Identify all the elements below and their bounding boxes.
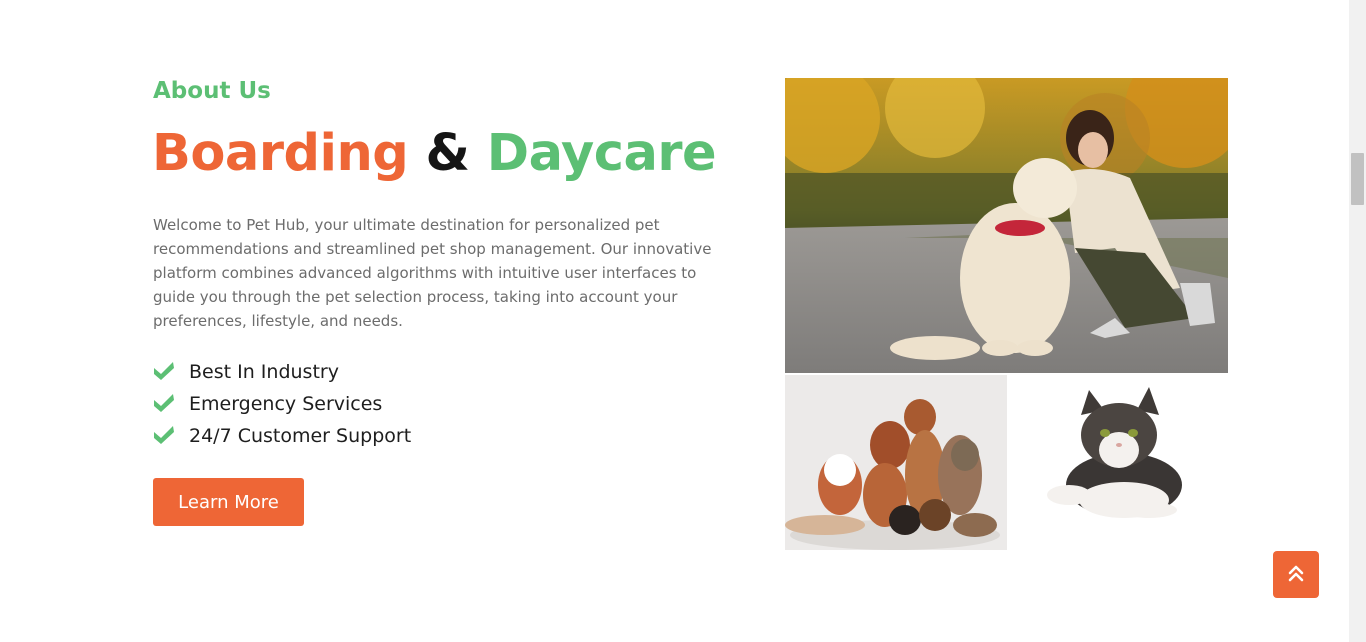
feature-item: Emergency Services (153, 388, 411, 420)
double-chevron-up-icon (1288, 564, 1304, 585)
check-icon (153, 361, 175, 383)
headline-word-daycare: Daycare (486, 124, 717, 183)
page-scrollbar[interactable] (1349, 0, 1366, 642)
group-of-dogs-image (785, 375, 1007, 550)
feature-item: 24/7 Customer Support (153, 420, 411, 452)
check-icon (153, 393, 175, 415)
feature-label: 24/7 Customer Support (189, 425, 412, 447)
scrollbar-thumb[interactable] (1351, 153, 1364, 205)
cat-image (1009, 375, 1228, 550)
woman-with-dog-image (785, 78, 1228, 373)
headline-ampersand: & (425, 124, 470, 183)
learn-more-button[interactable]: Learn More (153, 478, 304, 526)
feature-label: Best In Industry (189, 361, 339, 383)
section-label: About Us (153, 78, 271, 104)
page-title: Boarding & Daycare (152, 123, 717, 184)
feature-label: Emergency Services (189, 393, 383, 415)
about-section: About Us Boarding & Daycare Welcome to P… (0, 0, 1366, 642)
intro-paragraph: Welcome to Pet Hub, your ultimate destin… (153, 216, 712, 330)
feature-item: Best In Industry (153, 356, 411, 388)
headline-word-boarding: Boarding (152, 124, 409, 183)
check-icon (153, 425, 175, 447)
feature-list: Best In Industry Emergency Services 24/7… (153, 356, 411, 452)
scroll-to-top-button[interactable] (1273, 551, 1319, 598)
